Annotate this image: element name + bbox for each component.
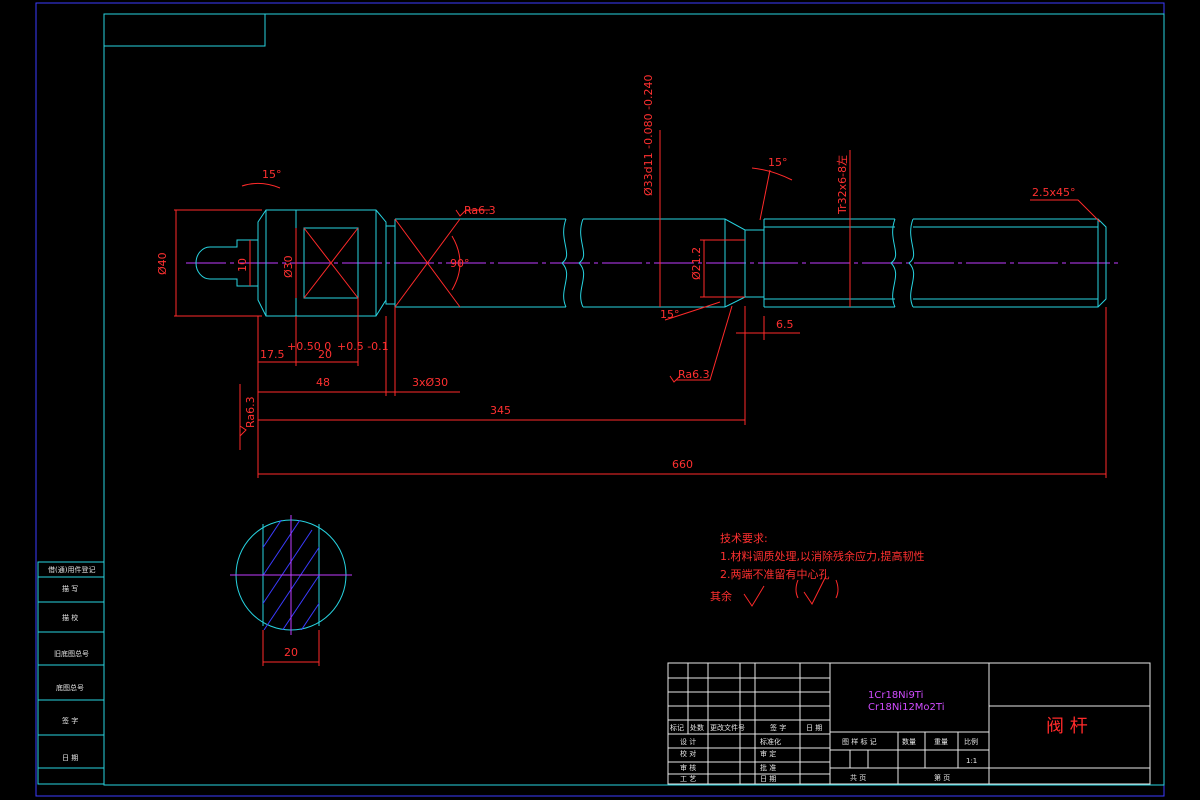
- neck: [385, 225, 396, 305]
- dim-angle-15-low: 15°: [660, 308, 680, 321]
- tb-row-process: 工 艺: [680, 775, 696, 783]
- strip-label-7: 日 期: [62, 754, 78, 762]
- valve-stem-view: [186, 209, 1118, 317]
- roughness-symbol-icon: [743, 585, 765, 607]
- part-name-title: 阀 杆: [1046, 716, 1088, 737]
- tb-row-ratify: 批 准: [760, 763, 776, 772]
- tb-sheet-no: 第 页: [934, 773, 950, 782]
- tb-weight-label: 重量: [934, 738, 948, 746]
- strip-label-3: 描 校: [62, 613, 78, 622]
- dim-17-5: 17.5: [260, 348, 285, 361]
- strip-label-5: 底图总号: [56, 683, 84, 692]
- tb-header-date: 日 期: [806, 724, 822, 732]
- dim-345: 345: [490, 404, 511, 417]
- section-view: 20: [230, 515, 352, 666]
- ra-left: Ra6.3: [244, 396, 257, 428]
- tb-row-review: 审 核: [680, 763, 696, 772]
- notes-title: 技术要求:: [720, 532, 768, 545]
- technical-notes: 技术要求: 1.材料调质处理,以消除残余应力,提高韧性 2.两端不准留有中心孔 …: [710, 532, 925, 607]
- dim-dia30: Ø30: [282, 255, 295, 278]
- tb-header-doc: 更改文件号: [710, 723, 745, 732]
- strip-label-6: 签 字: [62, 716, 78, 725]
- dim-angle-15-mid: 15°: [768, 156, 788, 169]
- tb-row-std: 标准化: [760, 737, 781, 746]
- title-block: 标记 处数 更改文件号 签 字 日 期 设 计 校 对 审 核 工 艺 标准化 …: [667, 662, 1151, 785]
- tb-stage-label: 图 样 标 记: [842, 737, 877, 746]
- tb-qty-label: 数量: [902, 737, 916, 746]
- tb-header-sign: 签 字: [770, 723, 786, 732]
- tb-sheets-total: 共 页: [850, 773, 866, 782]
- tb-row-date: 日 期: [760, 775, 776, 783]
- ra-low: Ra6.3: [678, 368, 710, 381]
- tb-header-count: 处数: [690, 723, 704, 732]
- dim-6-5: 6.5: [776, 318, 794, 331]
- strip-label-2: 描 写: [62, 584, 78, 593]
- dim-20: 20: [318, 348, 332, 361]
- tb-scale-label: 比例: [964, 737, 978, 746]
- dim-48: 48: [316, 376, 330, 389]
- ra-top: Ra6.3: [464, 204, 496, 217]
- tb-scale-value: 1:1: [966, 757, 977, 765]
- tol-20: +0.5 -0.1: [337, 340, 389, 353]
- dim-grooves: 3xØ30: [412, 376, 448, 389]
- drawing-frame: [35, 2, 1165, 797]
- dim-angle-15-left: 15°: [262, 168, 282, 181]
- dim-dia33: Ø33d11 -0.080 -0.240: [642, 74, 655, 196]
- dimensions: Ø40 10 Ø30 15° 90° Ra6.3 Ø33d11 -0.080 -…: [156, 74, 1107, 478]
- dim-dia212: Ø21.2: [690, 247, 703, 280]
- material-1: 1Cr18Ni9Ti: [868, 690, 923, 701]
- material-2: Cr18Ni12Mo2Ti: [868, 702, 945, 713]
- tb-header-mark: 标记: [670, 723, 684, 732]
- thread-spec: Tr32x6-8左: [836, 155, 849, 215]
- notes-rest-label: 其余: [710, 589, 732, 603]
- cad-drawing-canvas: 借(通)用件登记 描 写 描 校 旧底图总号 底图总号 签 字 日 期 Ø40 …: [35, 2, 1165, 797]
- strip-label-1: 借(通)用件登记: [48, 565, 95, 574]
- notes-line-1: 1.材料调质处理,以消除残余应力,提高韧性: [720, 549, 925, 563]
- dim-660: 660: [672, 458, 693, 471]
- dim-dia40: Ø40: [156, 252, 169, 275]
- strip-label-4: 旧底图总号: [54, 649, 89, 658]
- notes-line-2: 2.两端不准留有中心孔: [720, 567, 830, 581]
- left-strip: 借(通)用件登记 描 写 描 校 旧底图总号 底图总号 签 字 日 期: [37, 561, 105, 785]
- tb-row-design: 设 计: [680, 737, 696, 746]
- code-box: [103, 13, 266, 47]
- section-dim-20: 20: [284, 646, 298, 659]
- tb-row-check: 校 对: [680, 749, 696, 758]
- tb-row-approve: 审 定: [760, 749, 776, 758]
- dim-10: 10: [236, 258, 249, 272]
- dim-chamfer: 2.5x45°: [1032, 186, 1076, 199]
- dim-angle-90: 90°: [450, 257, 470, 270]
